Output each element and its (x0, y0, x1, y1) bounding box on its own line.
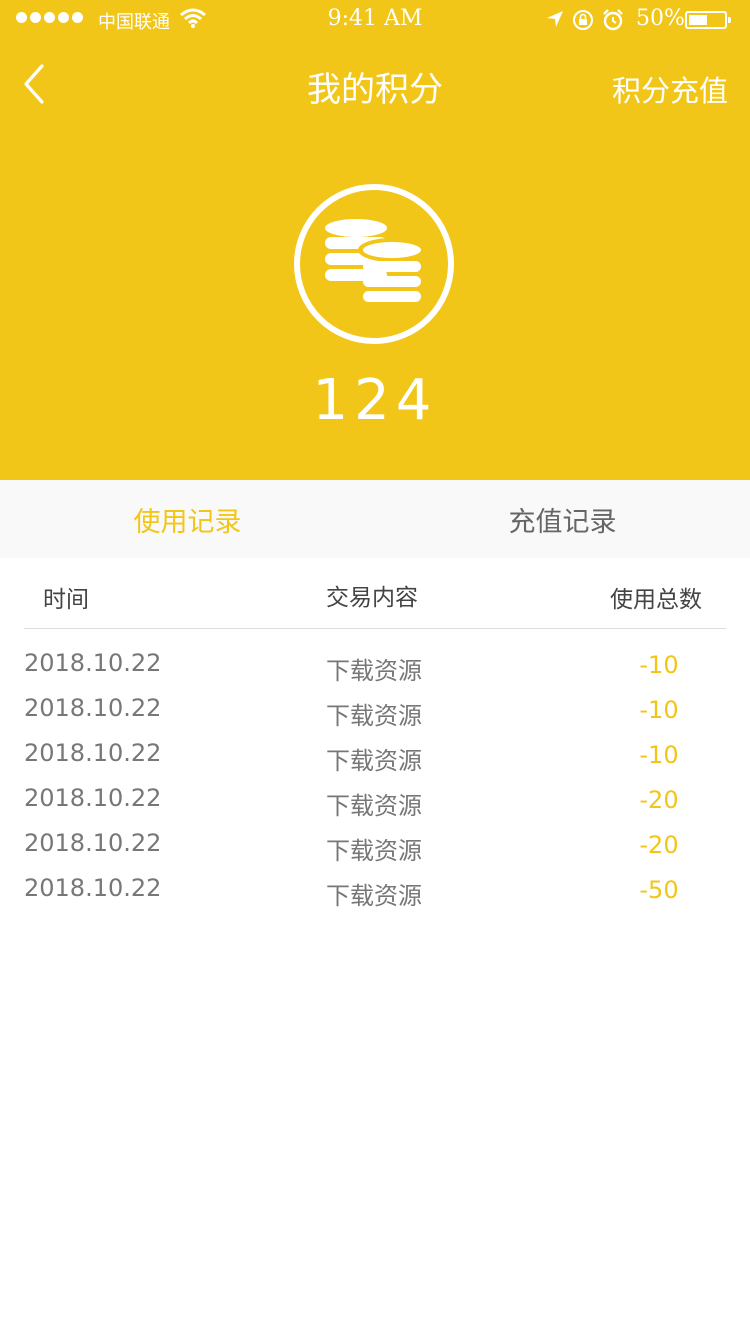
table-header: 时间 交易内容 使用总数 (24, 570, 726, 629)
row-amount: -20 (639, 786, 679, 814)
table-row: 2018.10.22 下载资源 -20 (0, 825, 750, 870)
rotation-lock-icon (572, 9, 594, 36)
table-row: 2018.10.22 下载资源 -20 (0, 780, 750, 825)
table-row: 2018.10.22 下载资源 -50 (0, 870, 750, 915)
header-transaction: 交易内容 (326, 585, 418, 611)
row-amount: -10 (639, 696, 679, 724)
header-total-used: 使用总数 (610, 587, 702, 613)
row-description: 下载资源 (326, 747, 422, 775)
row-description: 下载资源 (326, 702, 422, 730)
row-description: 下载资源 (326, 657, 422, 685)
row-amount: -50 (639, 876, 679, 904)
records-list: 2018.10.22 下载资源 -10 2018.10.22 下载资源 -10 … (0, 645, 750, 915)
status-bar: 中国联通 9:41 AM 50% (0, 0, 750, 40)
row-amount: -20 (639, 831, 679, 859)
record-tabs: 使用记录 充值记录 (0, 480, 750, 558)
battery-icon (685, 11, 731, 29)
row-description: 下载资源 (326, 882, 422, 910)
row-date: 2018.10.22 (24, 874, 162, 902)
row-date: 2018.10.22 (24, 829, 162, 857)
row-amount: -10 (639, 741, 679, 769)
alarm-clock-icon (602, 9, 624, 36)
table-row: 2018.10.22 下载资源 -10 (0, 690, 750, 735)
tab-usage-records[interactable]: 使用记录 (0, 480, 375, 558)
row-date: 2018.10.22 (24, 784, 162, 812)
row-date: 2018.10.22 (24, 739, 162, 767)
battery-percent: 50% (636, 6, 685, 31)
table-row: 2018.10.22 下载资源 -10 (0, 645, 750, 690)
location-arrow-icon (546, 10, 564, 33)
tab-topup-records[interactable]: 充值记录 (375, 480, 750, 558)
row-description: 下载资源 (326, 792, 422, 820)
row-date: 2018.10.22 (24, 649, 162, 677)
points-total: 124 (312, 368, 438, 433)
row-description: 下载资源 (326, 837, 422, 865)
row-date: 2018.10.22 (24, 694, 162, 722)
header-time: 时间 (43, 587, 89, 613)
points-badge (294, 184, 454, 344)
coin-stack-icon (325, 219, 424, 302)
header-banner: 中国联通 9:41 AM 50% 我的积分 积分充值 124 (0, 0, 750, 480)
row-amount: -10 (639, 651, 679, 679)
table-row: 2018.10.22 下载资源 -10 (0, 735, 750, 780)
topup-points-button[interactable]: 积分充值 (612, 68, 728, 110)
